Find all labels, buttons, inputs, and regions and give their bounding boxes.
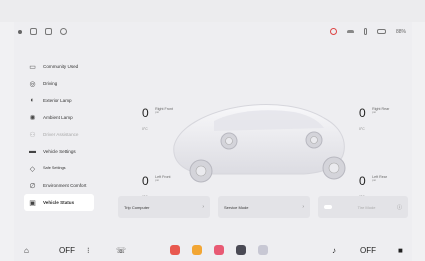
bluetooth-icon bbox=[30, 28, 37, 35]
card-label: Service Mode bbox=[224, 204, 249, 210]
tire-pressure-value: 0 bbox=[359, 106, 366, 120]
sidebar: ▭ Community Used ◎ Driving ◐ Exterior La… bbox=[24, 58, 94, 211]
tire-meta: Right Front psi bbox=[155, 107, 173, 114]
exterior-lamp-icon: ◐ bbox=[30, 97, 35, 104]
top-band bbox=[0, 0, 425, 22]
trip-computer-button[interactable]: Trip Computer › bbox=[118, 196, 210, 218]
left-temp[interactable]: OFF bbox=[59, 244, 75, 256]
tire-meta: Left Rear psi bbox=[372, 175, 387, 182]
signal-icon bbox=[346, 29, 354, 34]
sidebar-item-label: Environment Comfort bbox=[43, 183, 87, 188]
sidebar-item-community-used[interactable]: ▭ Community Used bbox=[24, 58, 94, 75]
app-orange-icon[interactable] bbox=[192, 245, 202, 255]
tire-temp: 0°C bbox=[142, 127, 148, 131]
environment-comfort-icon: ∅ bbox=[29, 182, 36, 190]
app-dark-icon[interactable] bbox=[236, 245, 246, 255]
app-red-icon[interactable] bbox=[170, 245, 180, 255]
sidebar-item-vehicle-status[interactable]: ▣ Vehicle Status bbox=[24, 194, 94, 211]
tire-mode-toggle[interactable]: Tire Mode ⓘ bbox=[318, 196, 408, 218]
vehicle-screen: 88% ▭ Community Used ◎ Driving ◐ Exterio… bbox=[14, 22, 412, 261]
card-label: Trip Computer bbox=[124, 204, 150, 210]
rear-left-wheel-icon bbox=[322, 156, 346, 180]
sidebar-item-label: Safe Settings bbox=[43, 166, 66, 170]
status-right: 88% bbox=[329, 28, 406, 35]
wifi-dot-icon bbox=[18, 29, 22, 34]
driver-assistance-icon: ⚇ bbox=[29, 131, 36, 139]
tire-front-right: 0 Right Front psi 0°C bbox=[142, 107, 173, 131]
battery-text: 88% bbox=[395, 28, 406, 35]
record-icon bbox=[329, 28, 337, 35]
tire-unit: psi bbox=[372, 110, 376, 114]
camera-icon bbox=[45, 28, 52, 35]
sidebar-item-environment-comfort[interactable]: ∅ Environment Comfort bbox=[24, 177, 94, 194]
card-label: Tire Mode bbox=[357, 204, 376, 210]
toggle-switch[interactable] bbox=[324, 205, 332, 209]
vehicle-settings-icon: ▬ bbox=[29, 148, 36, 155]
tire-pressure-value: 0 bbox=[359, 174, 366, 188]
front-left-wheel-icon bbox=[189, 159, 213, 183]
sidebar-item-label: Driving bbox=[43, 81, 58, 86]
info-icon: ⓘ bbox=[396, 204, 402, 211]
vehicle-status-icon: ▣ bbox=[29, 199, 36, 207]
tire-rear-right: 0 Right Rear psi 0°C bbox=[359, 107, 389, 131]
ambient-lamp-icon: ✺ bbox=[29, 114, 36, 122]
sidebar-item-label: Community Used bbox=[43, 64, 79, 69]
status-bar: 88% bbox=[14, 22, 412, 44]
sidebar-item-ambient-lamp[interactable]: ✺ Ambient Lamp bbox=[24, 109, 94, 126]
tire-meta: Left Front psi bbox=[155, 175, 170, 182]
phone-icon[interactable]: ☏ bbox=[116, 244, 126, 256]
battery-icon bbox=[376, 29, 386, 34]
sidebar-item-driving[interactable]: ◎ Driving bbox=[24, 75, 94, 92]
sidebar-item-vehicle-settings[interactable]: ▬ Vehicle Settings bbox=[24, 143, 94, 160]
community-icon: ▭ bbox=[29, 63, 36, 71]
seat-right-icon[interactable]: ♪ bbox=[332, 244, 336, 256]
sidebar-item-label: Vehicle Status bbox=[43, 200, 75, 205]
sidebar-item-label: Driver Assistance bbox=[43, 132, 79, 137]
sidebar-item-label: Exterior Lamp bbox=[43, 98, 72, 103]
bottom-bar: ⌂ OFF ⁝ ☏ ♪ OFF ■ bbox=[14, 240, 412, 261]
service-mode-button[interactable]: Service Mode › bbox=[218, 196, 310, 218]
status-left bbox=[18, 28, 67, 35]
tire-unit: psi bbox=[372, 178, 376, 182]
sidebar-item-label: Ambient Lamp bbox=[43, 115, 73, 120]
sidebar-item-exterior-lamp[interactable]: ◐ Exterior Lamp bbox=[24, 92, 94, 109]
chevron-right-icon: › bbox=[302, 204, 304, 210]
tire-pressure-value: 0 bbox=[142, 174, 149, 188]
rear-right-wheel-icon bbox=[305, 131, 323, 149]
front-right-wheel-icon bbox=[220, 132, 238, 150]
home-icon[interactable]: ⌂ bbox=[24, 244, 29, 256]
tire-unit: psi bbox=[155, 110, 159, 114]
car-illustration bbox=[173, 104, 346, 183]
driving-icon: ◎ bbox=[29, 80, 36, 88]
lock-icon bbox=[363, 28, 367, 35]
sidebar-item-label: Vehicle Settings bbox=[43, 149, 76, 154]
app-pink-icon[interactable] bbox=[214, 245, 224, 255]
sidebar-item-driver-assistance[interactable]: ⚇ Driver Assistance bbox=[24, 126, 94, 143]
seat-heat-icon[interactable]: ⁝ bbox=[87, 244, 90, 256]
chevron-right-icon: › bbox=[202, 204, 204, 210]
settings-icon bbox=[60, 28, 67, 35]
tire-unit: psi bbox=[155, 178, 159, 182]
app-grid-icon[interactable] bbox=[258, 245, 268, 255]
right-temp[interactable]: OFF bbox=[360, 244, 376, 256]
tire-pressure-value: 0 bbox=[142, 106, 149, 120]
tire-meta: Right Rear psi bbox=[372, 107, 389, 114]
safe-settings-icon: ◇ bbox=[29, 165, 36, 173]
fan-icon[interactable]: ■ bbox=[398, 244, 403, 256]
tire-temp: 0°C bbox=[359, 127, 365, 131]
sidebar-item-safe-settings[interactable]: ◇ Safe Settings bbox=[24, 160, 94, 177]
